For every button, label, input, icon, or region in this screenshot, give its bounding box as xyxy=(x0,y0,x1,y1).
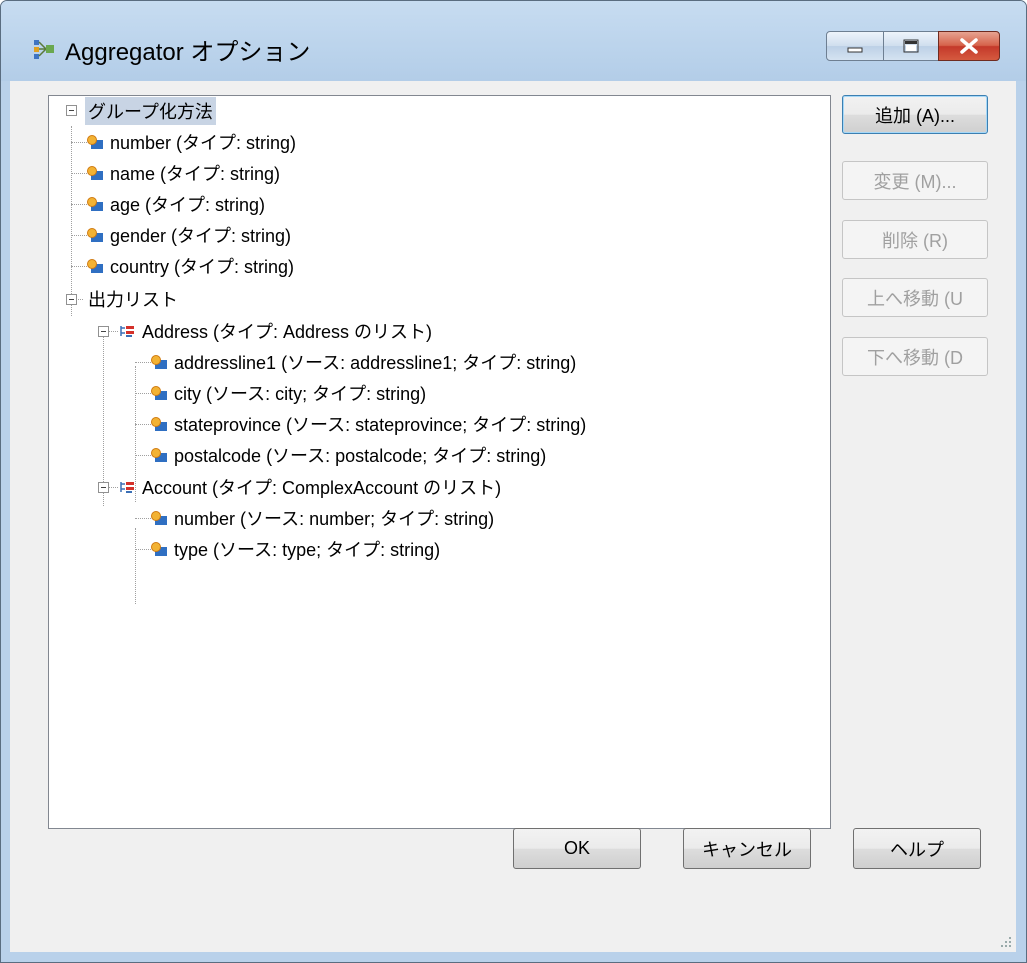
tree-node-label: gender (タイプ: string) xyxy=(110,226,292,246)
collapse-toggle[interactable] xyxy=(66,294,77,305)
tree-node-field[interactable]: number (ソース: number; タイプ: string) xyxy=(171,503,497,533)
field-icon xyxy=(87,135,103,149)
close-x-icon xyxy=(960,38,978,54)
tree-node-field[interactable]: country (タイプ: string) xyxy=(107,251,297,281)
tree-node-label: addressline1 (ソース: addressline1; タイプ: st… xyxy=(174,353,577,373)
field-icon xyxy=(151,355,167,369)
tree-node-field[interactable]: age (タイプ: string) xyxy=(107,189,268,219)
tree-node-field[interactable]: gender (タイプ: string) xyxy=(107,220,294,250)
field-icon xyxy=(151,511,167,525)
tree-view[interactable]: グループ化方法 number (タイプ: string) name (タイプ: … xyxy=(48,95,831,829)
field-icon xyxy=(87,228,103,242)
delete-button[interactable]: 削除 (R) xyxy=(842,220,988,259)
dialog-window: Aggregator オプション グループ化方法 number (タイプ: st… xyxy=(0,0,1027,963)
list-icon xyxy=(120,482,134,493)
add-button[interactable]: 追加 (A)... xyxy=(842,95,988,134)
tree-node-label: name (タイプ: string) xyxy=(110,164,281,184)
minimize-button[interactable] xyxy=(826,31,884,61)
tree-node-field[interactable]: number (タイプ: string) xyxy=(107,127,299,157)
close-button[interactable] xyxy=(938,31,1000,61)
collapse-toggle[interactable] xyxy=(98,326,109,337)
tree-node-label: number (タイプ: string) xyxy=(110,133,297,153)
tree-node-field[interactable]: addressline1 (ソース: addressline1; タイプ: st… xyxy=(171,347,579,377)
field-icon xyxy=(151,542,167,556)
field-icon xyxy=(87,259,103,273)
dialog-client-area: グループ化方法 number (タイプ: string) name (タイプ: … xyxy=(10,81,1016,952)
resize-grip-icon[interactable] xyxy=(998,934,1012,948)
tree-node-label: Address (タイプ: Address のリスト) xyxy=(142,322,433,342)
collapse-toggle[interactable] xyxy=(66,105,77,116)
ok-button[interactable]: OK xyxy=(513,828,641,869)
window-title: Aggregator オプション xyxy=(65,39,311,66)
tree-node-field[interactable]: name (タイプ: string) xyxy=(107,158,283,188)
tree-node-field[interactable]: type (ソース: type; タイプ: string) xyxy=(171,534,443,564)
tree-node-label: postalcode (ソース: postalcode; タイプ: string… xyxy=(174,446,547,466)
tree-node-output-list[interactable]: 出力リスト xyxy=(85,284,181,314)
cancel-button[interactable]: キャンセル xyxy=(683,828,811,869)
tree-node-label: グループ化方法 xyxy=(85,97,216,125)
field-icon xyxy=(151,417,167,431)
tree-node-label: type (ソース: type; タイプ: string) xyxy=(174,540,441,560)
field-icon xyxy=(151,386,167,400)
tree-node-label: age (タイプ: string) xyxy=(110,195,266,215)
tree-node-field[interactable]: city (ソース: city; タイプ: string) xyxy=(171,378,429,408)
collapse-toggle[interactable] xyxy=(98,482,109,493)
tree-node-list[interactable]: Account (タイプ: ComplexAccount のリスト) xyxy=(139,472,504,502)
tree-node-label: 出力リスト xyxy=(88,290,178,310)
tree-node-field[interactable]: postalcode (ソース: postalcode; タイプ: string… xyxy=(171,440,549,470)
help-button[interactable]: ヘルプ xyxy=(853,828,981,869)
field-icon xyxy=(151,448,167,462)
title-bar[interactable]: Aggregator オプション xyxy=(1,1,1026,81)
field-icon xyxy=(87,166,103,180)
edit-button[interactable]: 変更 (M)... xyxy=(842,161,988,200)
tree-node-label: number (ソース: number; タイプ: string) xyxy=(174,509,495,529)
field-icon xyxy=(87,197,103,211)
move-down-button[interactable]: 下へ移動 (D xyxy=(842,337,988,376)
tree-node-field[interactable]: stateprovince (ソース: stateprovince; タイプ: … xyxy=(171,409,589,439)
move-up-button[interactable]: 上へ移動 (U xyxy=(842,278,988,317)
list-icon xyxy=(120,326,134,337)
tree-node-group-by[interactable]: グループ化方法 xyxy=(85,96,216,126)
tree-node-label: Account (タイプ: ComplexAccount のリスト) xyxy=(142,478,502,498)
minimize-icon xyxy=(847,47,863,53)
tree-node-label: city (ソース: city; タイプ: string) xyxy=(174,384,427,404)
aggregator-app-icon xyxy=(34,40,54,59)
tree-node-list[interactable]: Address (タイプ: Address のリスト) xyxy=(139,316,435,346)
maximize-button[interactable] xyxy=(883,31,939,61)
tree-node-label: stateprovince (ソース: stateprovince; タイプ: … xyxy=(174,415,587,435)
tree-node-label: country (タイプ: string) xyxy=(110,257,295,277)
maximize-icon xyxy=(903,39,919,53)
